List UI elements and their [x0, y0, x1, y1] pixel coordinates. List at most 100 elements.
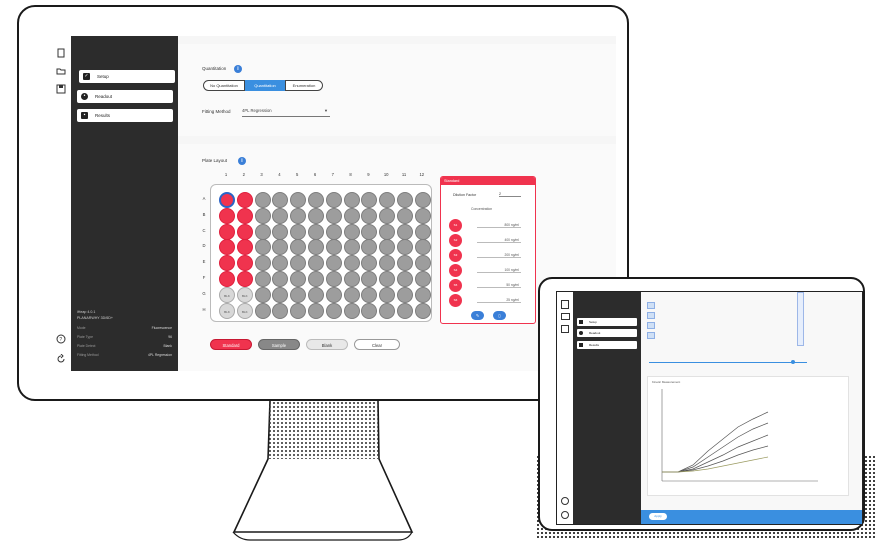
well-H3[interactable]: [254, 302, 271, 319]
well-A4[interactable]: [272, 192, 289, 208]
plate-column-label[interactable]: 1: [218, 172, 234, 177]
well-E3[interactable]: [254, 255, 271, 272]
well-C5[interactable]: [290, 223, 307, 240]
plate-column-label[interactable]: 9: [360, 172, 376, 177]
plate-column-label[interactable]: 12: [414, 172, 430, 177]
well-F6[interactable]: [308, 271, 324, 287]
well-C1[interactable]: [219, 223, 235, 240]
well-C7[interactable]: [325, 223, 342, 240]
folder-icon[interactable]: [55, 66, 66, 77]
standard-concentration-input[interactable]: 200 ng/ml: [477, 253, 521, 258]
well-H6[interactable]: [308, 302, 324, 319]
plate-column-label[interactable]: 6: [307, 172, 323, 177]
well-A11[interactable]: [397, 192, 413, 208]
well-D2[interactable]: [236, 239, 253, 256]
standard-dot[interactable]: S2: [449, 234, 462, 247]
nav-setup[interactable]: ✓ Setup: [79, 70, 175, 83]
standard-button[interactable]: Standard: [210, 339, 252, 350]
plate-column-label[interactable]: 11: [396, 172, 412, 177]
well-G7[interactable]: [325, 286, 342, 303]
well-F8[interactable]: [343, 271, 360, 287]
help-icon[interactable]: ?: [55, 334, 66, 345]
well-F10[interactable]: [379, 271, 396, 287]
well-C11[interactable]: [397, 223, 413, 240]
well-C12[interactable]: [414, 223, 431, 240]
well-A9[interactable]: [361, 192, 378, 208]
well-H7[interactable]: [325, 302, 342, 319]
well-B10[interactable]: [379, 207, 396, 224]
file-icon[interactable]: [55, 48, 66, 59]
well-A8[interactable]: [343, 192, 360, 208]
well-H2[interactable]: BLK: [236, 302, 253, 319]
well-E2[interactable]: [236, 255, 253, 272]
refresh-icon[interactable]: [561, 511, 569, 519]
standard-concentration-input[interactable]: 100 ng/ml: [477, 268, 521, 273]
well-H8[interactable]: [343, 302, 360, 319]
well-D1[interactable]: [219, 239, 235, 256]
well-E1[interactable]: [219, 255, 235, 272]
option-enumeration[interactable]: Enumeration: [285, 80, 323, 91]
well-B8[interactable]: [343, 207, 360, 224]
standard-concentration-input[interactable]: 400 ng/ml: [477, 238, 521, 243]
well-D9[interactable]: [361, 239, 378, 256]
clear-button[interactable]: Clear: [354, 339, 400, 350]
tablet-nav-results[interactable]: Results: [577, 341, 637, 349]
well-G1[interactable]: BLK: [219, 286, 235, 303]
well-C3[interactable]: [254, 223, 271, 240]
well-G6[interactable]: [308, 286, 324, 303]
well-B2[interactable]: [236, 207, 253, 224]
well-G12[interactable]: [414, 286, 431, 303]
pencil-icon[interactable]: ✎: [471, 311, 484, 320]
well-F7[interactable]: [325, 271, 342, 287]
nav-results[interactable]: ▪ Results: [77, 109, 173, 122]
file-icon[interactable]: [561, 300, 569, 309]
well-D8[interactable]: [343, 239, 360, 256]
well-G5[interactable]: [290, 286, 307, 303]
well-C6[interactable]: [308, 223, 324, 240]
time-slider[interactable]: [649, 362, 807, 363]
well-G3[interactable]: [254, 286, 271, 303]
well-E6[interactable]: [308, 255, 324, 272]
option-no-quantitation[interactable]: No Quantitation: [203, 80, 245, 91]
well-A12[interactable]: [414, 192, 431, 208]
well-H9[interactable]: [361, 302, 378, 319]
well-C10[interactable]: [379, 223, 396, 240]
well-E10[interactable]: [379, 255, 396, 272]
well-D11[interactable]: [397, 239, 413, 256]
well-G9[interactable]: [361, 286, 378, 303]
well-F11[interactable]: [397, 271, 413, 287]
plate-column-label[interactable]: 5: [289, 172, 305, 177]
standard-concentration-input[interactable]: 50 ng/ml: [477, 283, 521, 288]
well-B9[interactable]: [361, 207, 378, 224]
well-D12[interactable]: [414, 239, 431, 256]
refresh-icon[interactable]: [55, 353, 66, 365]
blank-button[interactable]: Blank: [306, 339, 348, 350]
apply-button[interactable]: Apply: [649, 513, 667, 520]
trash-icon[interactable]: ▯: [493, 311, 506, 320]
well-A5[interactable]: [290, 192, 307, 208]
option-quantitation[interactable]: Quantitation: [245, 80, 285, 91]
well-H10[interactable]: [379, 302, 396, 319]
well-D6[interactable]: [308, 239, 324, 256]
well-G8[interactable]: [343, 286, 360, 303]
well-E7[interactable]: [325, 255, 342, 272]
well-D4[interactable]: [272, 239, 289, 256]
info-icon[interactable]: i: [234, 65, 242, 73]
well-B4[interactable]: [272, 207, 289, 224]
save-icon[interactable]: [561, 325, 569, 333]
well-F9[interactable]: [361, 271, 378, 287]
help-icon[interactable]: [561, 497, 569, 505]
well-A10[interactable]: [379, 192, 396, 208]
well-D10[interactable]: [379, 239, 396, 256]
well-E12[interactable]: [414, 255, 431, 272]
well-F1[interactable]: [219, 271, 235, 287]
well-H4[interactable]: [272, 302, 289, 319]
well-C4[interactable]: [272, 223, 289, 240]
well-H5[interactable]: [290, 302, 307, 319]
well-B7[interactable]: [325, 207, 342, 224]
folder-icon[interactable]: [561, 313, 570, 320]
well-A2[interactable]: [236, 192, 253, 208]
tablet-nav-readout[interactable]: Readout: [577, 329, 637, 337]
well-F12[interactable]: [414, 271, 431, 287]
plate-column-label[interactable]: 4: [271, 172, 287, 177]
